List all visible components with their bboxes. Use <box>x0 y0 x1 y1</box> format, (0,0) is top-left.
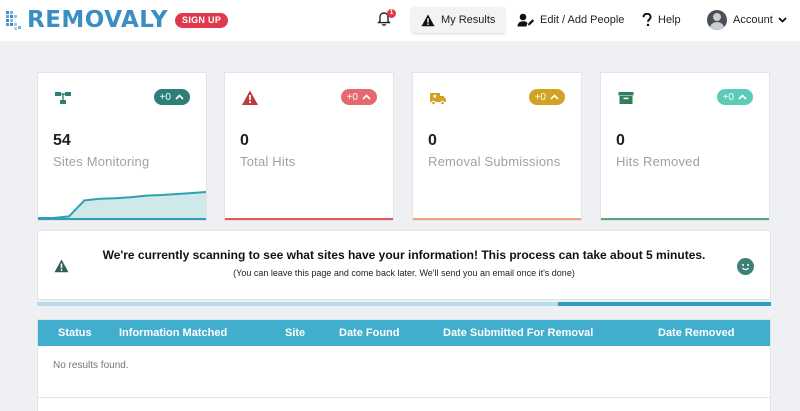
chevron-up-icon <box>550 94 559 100</box>
stat-value: 0 <box>428 132 437 149</box>
results-table: Status Information Matched Site Date Fou… <box>37 319 771 398</box>
notice-message: We're currently scanning to see what sit… <box>102 248 706 262</box>
delta-badge: +0 <box>528 89 565 105</box>
sitemap-icon <box>55 92 71 104</box>
column-header[interactable]: Date Found <box>339 327 400 339</box>
logo-mark-icon <box>4 9 26 31</box>
scan-progress-remaining <box>558 302 771 306</box>
notice-subtext: (You can leave this page and come back l… <box>233 268 575 278</box>
stat-value: 0 <box>240 132 249 149</box>
delta-value: +0 <box>346 91 358 103</box>
stat-label: Removal Submissions <box>428 154 561 169</box>
delta-value: +0 <box>159 91 171 103</box>
delta-value: +0 <box>534 91 546 103</box>
notification-badge: 1 <box>387 9 396 18</box>
card-bottom-accent <box>225 218 393 220</box>
avatar <box>707 10 727 30</box>
stat-label: Sites Monitoring <box>53 154 150 169</box>
nav-help[interactable]: Help <box>642 7 681 33</box>
question-icon <box>642 13 652 26</box>
column-header[interactable]: Date Removed <box>658 327 734 339</box>
card-bottom-accent <box>413 218 581 220</box>
account-menu[interactable]: Account <box>707 7 787 33</box>
column-header[interactable]: Information Matched <box>119 327 227 339</box>
table-header: Status Information Matched Site Date Fou… <box>38 320 770 346</box>
logo[interactable]: REMOVALY SIGN UP <box>4 6 229 34</box>
sparkline-chart <box>38 190 206 220</box>
top-navigation-bar: REMOVALY SIGN UP 1 My Results Edit / Add… <box>0 0 800 41</box>
column-header[interactable]: Site <box>285 327 305 339</box>
nav-help-label: Help <box>658 14 681 26</box>
chevron-down-icon <box>778 17 787 23</box>
stat-label: Hits Removed <box>616 154 701 169</box>
stat-card-sites-monitoring: +0 54 Sites Monitoring <box>37 72 207 221</box>
archive-icon <box>618 92 634 104</box>
delta-badge: +0 <box>153 89 190 105</box>
column-header[interactable]: Date Submitted For Removal <box>443 327 593 339</box>
chevron-up-icon <box>362 94 371 100</box>
smile-icon <box>737 258 754 275</box>
stat-label: Total Hits <box>240 154 296 169</box>
stat-card-total-hits: +0 0 Total Hits <box>224 72 394 221</box>
delta-value: +0 <box>722 91 734 103</box>
account-label: Account <box>733 14 773 26</box>
nav-my-results[interactable]: My Results <box>411 7 506 33</box>
scanning-notice: We're currently scanning to see what sit… <box>37 230 771 300</box>
logo-text: REMOVALY <box>27 6 169 33</box>
nav-my-results-label: My Results <box>441 14 496 26</box>
card-bottom-accent <box>601 218 769 220</box>
delta-badge: +0 <box>716 89 753 105</box>
nav-edit-people-label: Edit / Add People <box>540 14 625 26</box>
chevron-up-icon <box>738 94 747 100</box>
nav-edit-people[interactable]: Edit / Add People <box>517 7 624 33</box>
card-bottom-accent <box>38 218 206 220</box>
signup-button[interactable]: SIGN UP <box>175 12 229 28</box>
warning-icon <box>242 90 258 105</box>
delta-badge: +0 <box>340 89 377 105</box>
chevron-up-icon <box>175 94 184 100</box>
truck-icon <box>430 93 446 106</box>
empty-state-text: No results found. <box>53 360 129 371</box>
column-header[interactable]: Status <box>58 327 92 339</box>
sparkline-area <box>38 191 206 220</box>
user-edit-icon <box>517 13 534 27</box>
scan-progress-bar <box>37 302 771 306</box>
stat-value: 54 <box>53 132 71 149</box>
stat-card-hits-removed: +0 0 Hits Removed <box>600 72 770 221</box>
stat-value: 0 <box>616 132 625 149</box>
page-bottom-edge <box>37 398 771 411</box>
stat-card-removal-submissions: +0 0 Removal Submissions <box>412 72 582 221</box>
warning-icon <box>421 14 435 26</box>
